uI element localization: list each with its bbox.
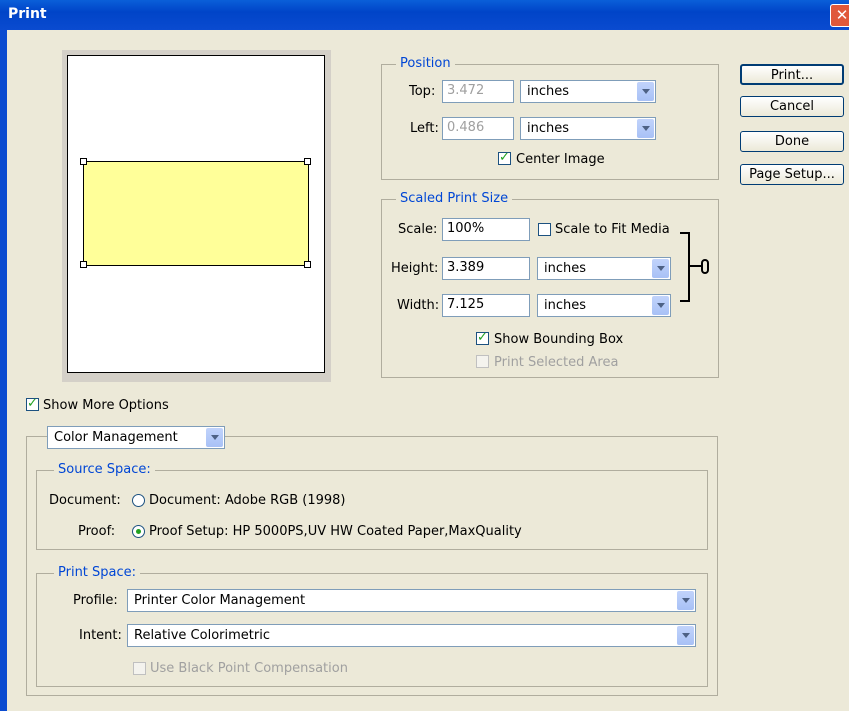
source-space-legend: Source Space: — [54, 462, 155, 477]
show-bounding-box-checkbox[interactable] — [476, 330, 489, 345]
height-label: Height: — [391, 261, 439, 276]
show-more-options-label[interactable]: Show More Options — [43, 398, 169, 413]
chevron-down-icon[interactable] — [677, 591, 694, 610]
profile-label: Profile: — [73, 593, 118, 608]
profile-select[interactable]: Printer Color Management — [127, 589, 696, 612]
constrain-bracket-bottom — [680, 266, 690, 302]
height-input[interactable]: 3.389 — [442, 257, 530, 280]
resize-handle[interactable] — [80, 261, 87, 268]
document-label: Document: — [49, 493, 121, 508]
intent-select[interactable]: Relative Colorimetric — [127, 624, 696, 647]
document-radio-label[interactable]: Document: Adobe RGB (1998) — [149, 493, 346, 508]
chevron-down-icon[interactable] — [637, 82, 654, 101]
left-input[interactable]: 0.486 — [442, 117, 514, 140]
show-bounding-box-label[interactable]: Show Bounding Box — [494, 332, 623, 347]
chevron-down-icon[interactable] — [677, 626, 694, 645]
top-label: Top: — [409, 84, 436, 99]
width-label: Width: — [397, 298, 440, 313]
scaled-print-size-legend: Scaled Print Size — [396, 191, 513, 206]
left-unit-select[interactable]: inches — [520, 117, 656, 140]
scale-to-fit-label[interactable]: Scale to Fit Media — [555, 222, 670, 237]
print-selected-area-checkbox[interactable] — [476, 355, 489, 368]
resize-handle[interactable] — [304, 261, 311, 268]
window-border — [0, 30, 7, 711]
chevron-down-icon[interactable] — [637, 119, 654, 138]
page-setup-button[interactable]: Page Setup... — [740, 164, 844, 185]
print-space-legend: Print Space: — [54, 565, 141, 580]
options-type-value: Color Management — [54, 430, 178, 445]
proof-label: Proof: — [78, 524, 116, 539]
link-icon[interactable] — [701, 259, 709, 274]
cancel-button[interactable]: Cancel — [740, 96, 844, 117]
intent-label: Intent: — [79, 628, 122, 643]
show-more-options-checkbox[interactable] — [26, 396, 39, 411]
position-legend: Position — [396, 56, 455, 71]
width-unit-select[interactable]: inches — [537, 294, 671, 317]
print-selected-area-label[interactable]: Print Selected Area — [494, 355, 618, 370]
center-image-label[interactable]: Center Image — [516, 152, 605, 167]
intent-value: Relative Colorimetric — [134, 628, 270, 643]
top-input[interactable]: 3.472 — [442, 80, 514, 103]
done-button[interactable]: Done — [740, 131, 844, 152]
document-radio[interactable] — [132, 494, 145, 507]
constrain-bracket-top — [680, 232, 690, 266]
chevron-down-icon[interactable] — [652, 296, 669, 315]
title-bar: Print ✕ — [0, 0, 849, 30]
top-unit-select[interactable]: inches — [520, 80, 656, 103]
height-unit-select[interactable]: inches — [537, 257, 671, 280]
proof-radio[interactable] — [132, 525, 145, 538]
black-point-label[interactable]: Use Black Point Compensation — [150, 661, 348, 676]
chevron-down-icon[interactable] — [206, 428, 223, 447]
chevron-down-icon[interactable] — [652, 259, 669, 278]
center-image-checkbox[interactable] — [498, 150, 511, 165]
print-button[interactable]: Print... — [740, 64, 844, 85]
top-unit-value: inches — [527, 84, 570, 99]
preview-image[interactable] — [83, 161, 309, 266]
scale-input[interactable]: 100% — [442, 218, 530, 241]
proof-radio-label[interactable]: Proof Setup: HP 5000PS,UV HW Coated Pape… — [149, 524, 522, 539]
close-icon[interactable]: ✕ — [830, 4, 849, 27]
scale-label: Scale: — [398, 222, 438, 237]
height-unit-value: inches — [544, 261, 587, 276]
width-input[interactable]: 7.125 — [442, 294, 530, 317]
resize-handle[interactable] — [80, 158, 87, 165]
left-label: Left: — [410, 121, 439, 136]
window-title: Print — [8, 6, 47, 22]
profile-value: Printer Color Management — [134, 593, 306, 608]
scale-to-fit-checkbox[interactable] — [538, 223, 551, 236]
left-unit-value: inches — [527, 121, 570, 136]
options-type-select[interactable]: Color Management — [47, 426, 225, 449]
link-connector — [690, 265, 701, 267]
width-unit-value: inches — [544, 298, 587, 313]
resize-handle[interactable] — [304, 158, 311, 165]
black-point-checkbox[interactable] — [133, 662, 146, 675]
